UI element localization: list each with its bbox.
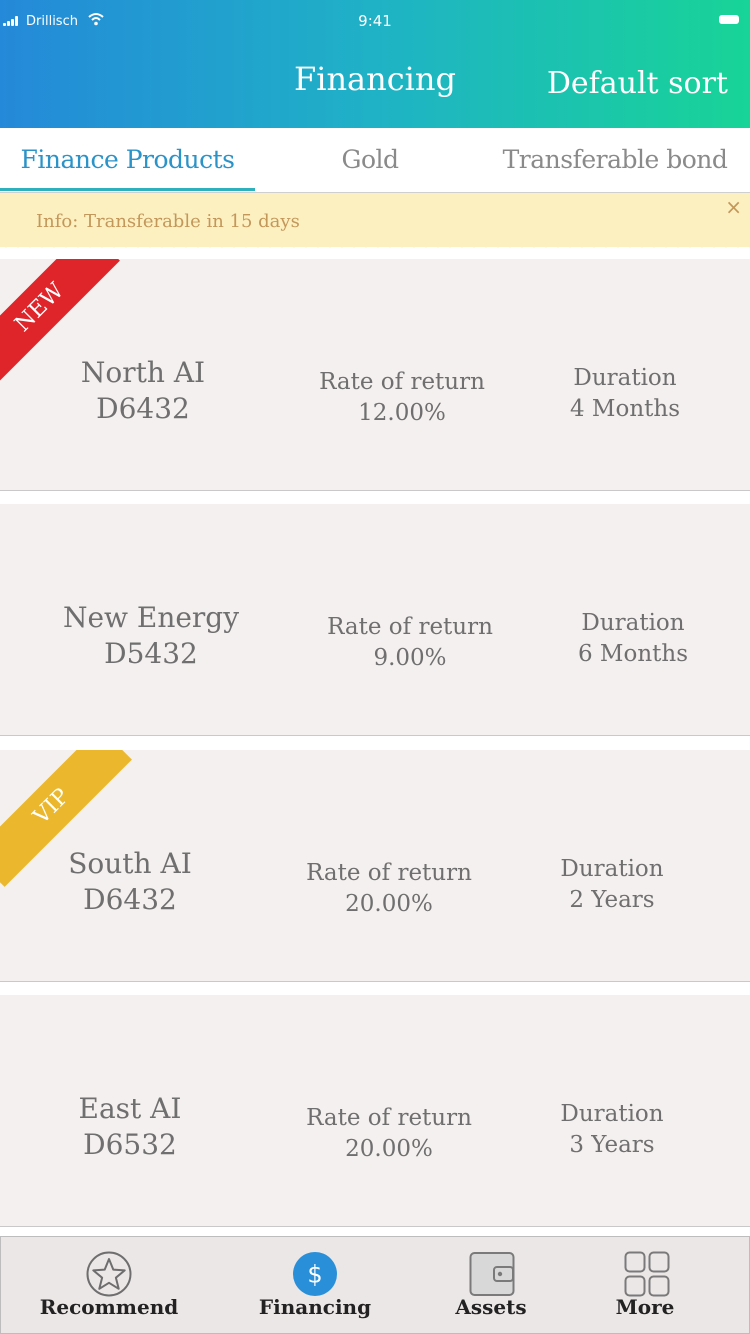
product-name: North AI D6432: [23, 355, 263, 427]
product-code: D6532: [83, 1128, 177, 1161]
product-code: D6432: [96, 392, 190, 425]
product-name-line1: South AI: [68, 847, 192, 880]
duration: Duration 6 Months: [523, 608, 743, 670]
category-tabs: Finance Products Gold Transferable bond: [0, 128, 750, 193]
product-code: D5432: [104, 637, 198, 670]
rate-value: 12.00%: [358, 400, 446, 426]
status-bar: Drillisch 9:41: [0, 0, 750, 40]
duration-value: 4 Months: [569, 396, 680, 422]
tabbar-label: Financing: [258, 1295, 372, 1319]
product-card[interactable]: East AI D6532 Rate of return 20.00% Dura…: [0, 995, 750, 1227]
rate-label: Rate of return: [306, 860, 472, 886]
star-icon: [86, 1251, 132, 1297]
rate-value: 20.00%: [345, 1136, 433, 1162]
tab-transferable-bond[interactable]: Transferable bond: [485, 128, 745, 192]
status-time: 9:41: [358, 12, 392, 30]
duration-label: Duration: [573, 365, 677, 391]
rate-label: Rate of return: [306, 1105, 472, 1131]
rate-of-return: Rate of return 9.00%: [280, 612, 540, 674]
product-code: D6432: [83, 883, 177, 916]
tabbar-item-more[interactable]: More: [585, 1237, 705, 1333]
rate-value: 9.00%: [373, 645, 447, 671]
default-sort-button[interactable]: Default sort: [547, 66, 728, 101]
product-card[interactable]: NEW North AI D6432 Rate of return 12.00%…: [0, 259, 750, 491]
duration-label: Duration: [560, 1101, 664, 1127]
duration-label: Duration: [560, 856, 664, 882]
product-name: New Energy D5432: [31, 600, 271, 672]
duration-value: 6 Months: [577, 641, 688, 667]
product-name-line1: North AI: [80, 356, 206, 389]
bottom-tab-bar: Recommend $ Financing Assets More: [0, 1236, 750, 1334]
banner-zigzag-edge: [0, 240, 750, 248]
rate-value: 20.00%: [345, 891, 433, 917]
tabbar-label: Assets: [455, 1295, 527, 1319]
tabbar-label: More: [615, 1295, 675, 1319]
battery-icon: [719, 15, 739, 24]
dollar-icon: $: [293, 1252, 337, 1296]
duration-value: 3 Years: [569, 1132, 655, 1158]
rate-of-return: Rate of return 12.00%: [272, 367, 532, 429]
product-name: South AI D6432: [10, 846, 250, 918]
product-name: East AI D6532: [10, 1091, 250, 1163]
rate-of-return: Rate of return 20.00%: [259, 1103, 519, 1165]
tabbar-item-financing[interactable]: $ Financing: [245, 1237, 385, 1333]
info-text: Info: Transferable in 15 days: [36, 211, 300, 232]
rate-label: Rate of return: [319, 369, 485, 395]
product-name-line1: East AI: [78, 1092, 182, 1125]
svg-text:$: $: [307, 1261, 322, 1289]
product-name-line1: New Energy: [62, 601, 240, 634]
wallet-icon: [469, 1252, 515, 1296]
tab-finance-products[interactable]: Finance Products: [0, 128, 255, 192]
tabbar-item-recommend[interactable]: Recommend: [29, 1237, 189, 1333]
active-tab-indicator: [0, 188, 255, 191]
close-icon[interactable]: ×: [725, 195, 742, 219]
rate-label: Rate of return: [327, 614, 493, 640]
duration-value: 2 Years: [569, 887, 655, 913]
duration: Duration 4 Months: [515, 363, 735, 425]
tabbar-item-assets[interactable]: Assets: [431, 1237, 551, 1333]
product-card[interactable]: VIP South AI D6432 Rate of return 20.00%…: [0, 750, 750, 982]
app-header: Drillisch 9:41 Financing Default sort: [0, 0, 750, 128]
duration-label: Duration: [581, 610, 685, 636]
product-card[interactable]: New Energy D5432 Rate of return 9.00% Du…: [0, 504, 750, 736]
duration: Duration 3 Years: [502, 1099, 722, 1161]
tab-gold[interactable]: Gold: [255, 128, 485, 192]
rate-of-return: Rate of return 20.00%: [259, 858, 519, 920]
info-banner: Info: Transferable in 15 days ×: [0, 193, 750, 247]
duration: Duration 2 Years: [502, 854, 722, 916]
grid-icon: [624, 1251, 670, 1297]
tabbar-label: Recommend: [39, 1295, 179, 1319]
